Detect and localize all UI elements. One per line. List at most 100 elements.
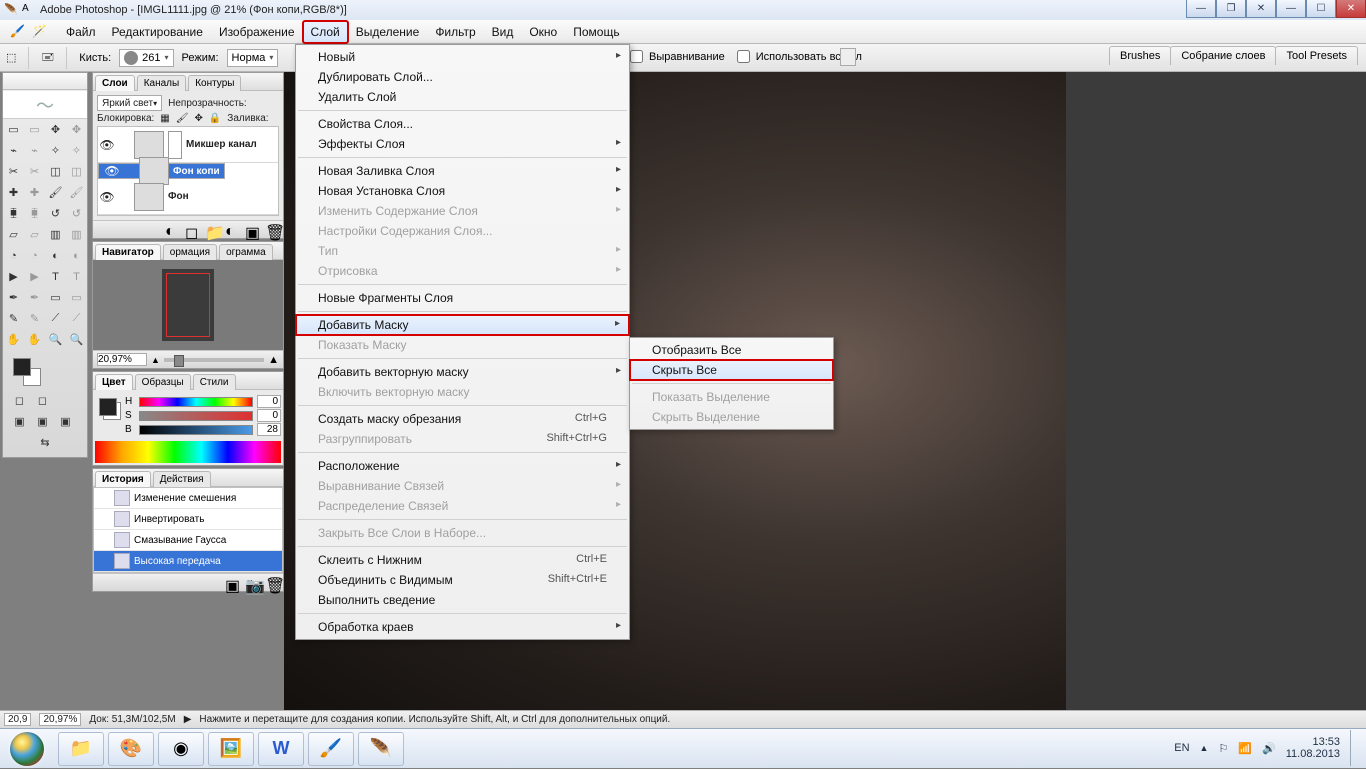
app-close-button[interactable]: ✕ <box>1336 0 1366 18</box>
history-item[interactable]: Изменение смешения <box>94 488 282 509</box>
layer-thumb[interactable] <box>139 157 169 185</box>
hue-slider[interactable] <box>139 397 253 407</box>
standard-mode-icon[interactable]: ◻ <box>9 390 30 411</box>
tab-tool-presets[interactable]: Tool Presets <box>1275 46 1358 65</box>
navigator-preview[interactable] <box>93 260 283 350</box>
path-select-tool[interactable]: ▶ <box>3 266 24 287</box>
menu-фильтр[interactable]: Фильтр <box>427 21 483 43</box>
lasso-tool[interactable]: ⌁ <box>3 140 24 161</box>
zoom-input[interactable] <box>97 353 147 366</box>
layer-trash-icon[interactable]: 🗑 <box>265 223 279 237</box>
lock-all-icon[interactable]: 🔒 <box>209 113 221 124</box>
hist-trash-icon[interactable]: 🗑 <box>265 576 279 590</box>
tab-layers[interactable]: Слои <box>95 75 135 91</box>
tb-explorer-icon[interactable]: 📁 <box>58 732 104 766</box>
tab-history[interactable]: История <box>95 471 151 487</box>
tray-flag-icon[interactable]: ⚐ <box>1218 742 1228 755</box>
history-item[interactable]: Смазывание Гаусса <box>94 530 282 551</box>
menu-item[interactable]: Выполнить сведение <box>296 590 629 610</box>
menu-помощь[interactable]: Помощь <box>565 21 627 43</box>
palette-well-icon[interactable] <box>840 48 856 66</box>
notes-tool[interactable]: ✎ <box>3 308 24 329</box>
menu-item[interactable]: Создать маску обрезанияCtrl+G <box>296 409 629 429</box>
eye-icon[interactable]: 👁 <box>98 138 116 152</box>
tab-layer-comps[interactable]: Собрание слоев <box>1170 46 1276 65</box>
menu-item[interactable]: Склеить с НижнимCtrl+E <box>296 550 629 570</box>
tb-word-icon[interactable]: W <box>258 732 304 766</box>
app-max-button[interactable]: ☐ <box>1306 0 1336 18</box>
color-ramp[interactable] <box>95 441 281 463</box>
eyedropper-tool[interactable]: ⟋ <box>45 308 66 329</box>
menu-item[interactable]: Обработка краев <box>296 617 629 637</box>
tb-feather-icon[interactable]: 🪶 <box>358 732 404 766</box>
layer-mask-thumb[interactable] <box>168 131 182 159</box>
zoom-out-icon[interactable]: ▲ <box>151 355 160 365</box>
menu-item[interactable]: Новый <box>296 47 629 67</box>
zoom-readout-1[interactable]: 20,9 <box>4 713 31 726</box>
tray-chevron-icon[interactable]: ▲ <box>1200 743 1209 753</box>
menu-item[interactable]: Новые Фрагменты Слоя <box>296 288 629 308</box>
tab-channels[interactable]: Каналы <box>137 75 187 91</box>
layer-thumb[interactable] <box>134 131 164 159</box>
brush-picker[interactable]: 261 ▾ <box>119 49 173 67</box>
submenu-item[interactable]: Отобразить Все <box>630 340 833 360</box>
menu-выделение[interactable]: Выделение <box>348 21 428 43</box>
layer-adj-icon[interactable]: ◐ <box>225 223 239 237</box>
tool-preset-icon[interactable]: ⬚ <box>6 51 16 64</box>
tb-chrome-icon[interactable]: ◉ <box>158 732 204 766</box>
tab-actions[interactable]: Действия <box>153 471 211 487</box>
useall-checkbox[interactable] <box>737 50 750 63</box>
hand-tool[interactable]: ✋ <box>3 329 24 350</box>
layer-mask-icon[interactable]: ◻ <box>185 223 199 237</box>
menu-item[interactable]: Дублировать Слой... <box>296 67 629 87</box>
tab-info[interactable]: ормация <box>163 244 217 260</box>
zoom-slider[interactable] <box>164 358 264 362</box>
zoom-in-icon[interactable]: ▲ <box>268 354 279 366</box>
eraser-tool[interactable]: ▱ <box>3 224 24 245</box>
layer-row[interactable]: 👁Микшер канал <box>98 127 278 163</box>
blend-mode-select[interactable]: Норма▾ <box>227 49 279 67</box>
lock-trans-icon[interactable]: ▦ <box>160 113 169 124</box>
show-desktop-button[interactable] <box>1350 730 1358 766</box>
shape-tool[interactable]: ▭ <box>45 287 66 308</box>
history-item[interactable]: Высокая передача <box>94 551 282 572</box>
tray-sound-icon[interactable]: 🔊 <box>1262 742 1276 755</box>
dodge-tool[interactable]: ◐ <box>45 245 66 266</box>
menu-item[interactable]: Новая Заливка Слоя <box>296 161 629 181</box>
healing-tool[interactable]: ✚ <box>3 182 24 203</box>
imageready-icon[interactable]: 🪄 <box>32 24 48 40</box>
align-checkbox[interactable] <box>630 50 643 63</box>
layer-row[interactable]: 👁Фон копи <box>98 163 225 179</box>
zoom-readout-2[interactable]: 20,97% <box>39 713 81 726</box>
eye-icon[interactable]: 👁 <box>98 190 116 204</box>
doc-min-button[interactable]: — <box>1186 0 1216 18</box>
tb-photos-icon[interactable]: 🖼️ <box>208 732 254 766</box>
tray-network-icon[interactable]: 📶 <box>1238 742 1252 755</box>
sat-slider[interactable] <box>139 411 253 421</box>
hist-snapshot-icon[interactable]: 📷 <box>245 576 259 590</box>
menu-item[interactable]: Удалить Слой <box>296 87 629 107</box>
clock[interactable]: 13:53 11.08.2013 <box>1286 736 1340 760</box>
layer-row[interactable]: 👁Фон <box>98 179 278 215</box>
submenu-item[interactable]: Скрыть Все <box>630 360 833 380</box>
stamp-tool[interactable]: ⧯ <box>3 203 24 224</box>
eye-icon[interactable]: 👁 <box>103 164 121 178</box>
lang-indicator[interactable]: EN <box>1174 742 1189 754</box>
screenmode-1-icon[interactable]: ▣ <box>9 411 30 432</box>
crop-tool[interactable]: ✂ <box>3 161 24 182</box>
layer-new-icon[interactable]: ▣ <box>245 223 259 237</box>
imageready-jump-icon[interactable]: ⇆ <box>9 432 81 453</box>
layer-set-icon[interactable]: 📁 <box>205 223 219 237</box>
tab-color[interactable]: Цвет <box>95 374 133 390</box>
menu-окно[interactable]: Окно <box>521 21 565 43</box>
menu-item[interactable]: Добавить векторную маску <box>296 362 629 382</box>
doc-close-button[interactable]: ✕ <box>1246 0 1276 18</box>
menu-изображение[interactable]: Изображение <box>211 21 303 43</box>
gradient-tool[interactable]: ▥ <box>45 224 66 245</box>
history-brush-tool[interactable]: ↺ <box>45 203 66 224</box>
history-item[interactable]: Инвертировать <box>94 509 282 530</box>
lock-move-icon[interactable]: ✥ <box>194 113 202 124</box>
tb-palette-icon[interactable]: 🖌️ <box>308 732 354 766</box>
doc-restore-button[interactable]: ❐ <box>1216 0 1246 18</box>
menu-item[interactable]: Свойства Слоя... <box>296 114 629 134</box>
